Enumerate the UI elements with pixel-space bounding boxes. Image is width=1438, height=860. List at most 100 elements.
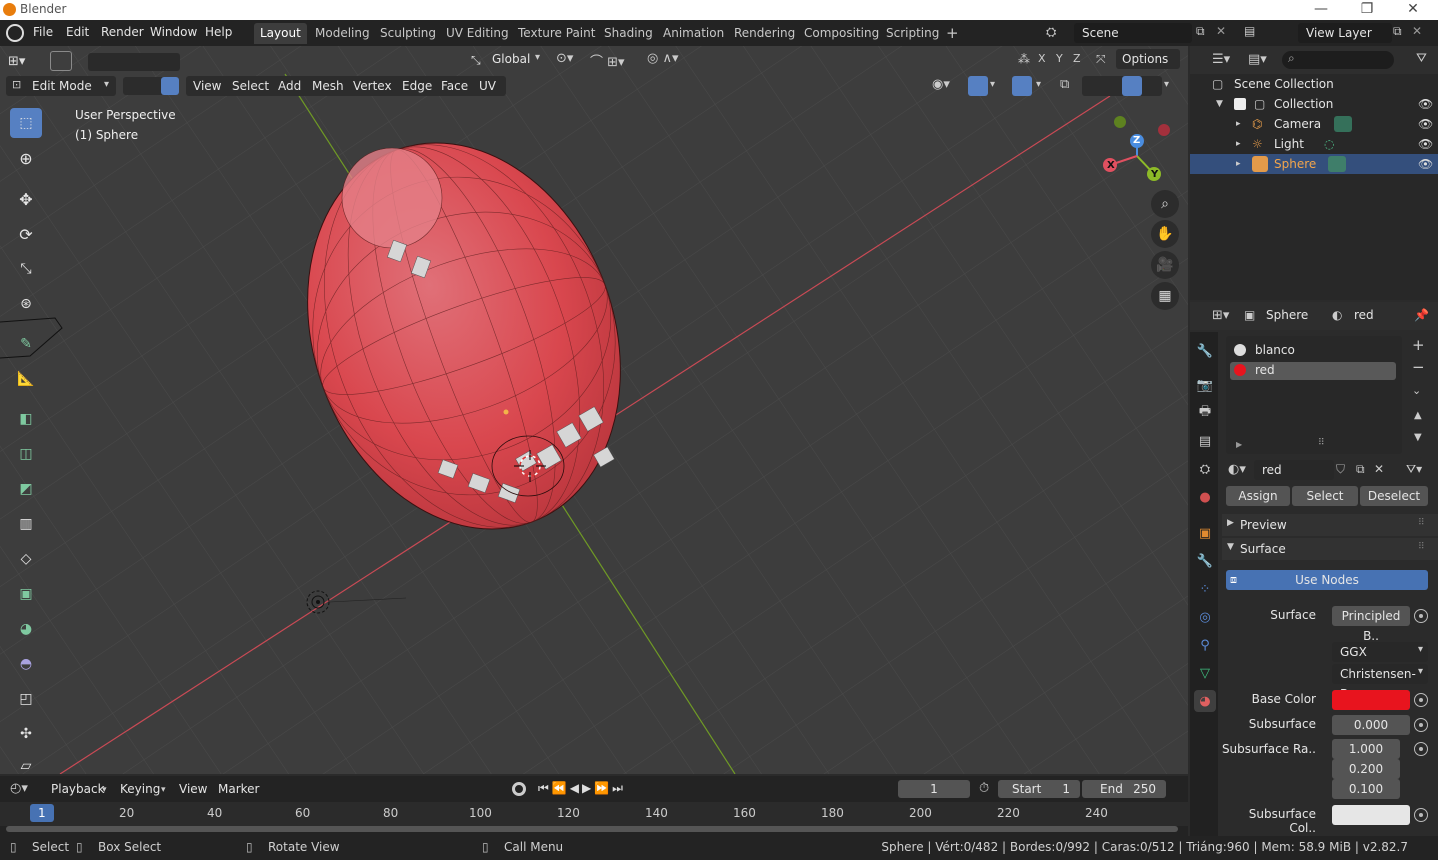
menu-window[interactable]: Window [150,25,197,39]
eye-icon[interactable]: 👁 [1418,134,1433,154]
xray-toggle-icon[interactable]: ⧉ [1060,77,1069,92]
menu-select[interactable]: Select [232,79,269,93]
tab-animation[interactable]: Animation [657,23,730,44]
knife-tool-button[interactable]: ◇ [10,544,42,574]
subsurface-radius-y[interactable]: 0.200 [1332,759,1400,779]
stopwatch-icon[interactable]: ⏱ [979,781,989,796]
record-icon[interactable] [512,782,526,796]
zoom-icon[interactable]: ⌕ [1151,190,1179,218]
move-up-icon[interactable]: ▲ [1414,410,1422,421]
material-tab-icon[interactable]: ◕ [1194,690,1216,712]
outliner-search-input[interactable] [1282,51,1394,69]
start-frame-field[interactable]: Start 1 [998,780,1080,798]
fake-user-icon[interactable]: ⛉ [1336,462,1345,477]
distribution-dropdown[interactable]: GGX [1332,642,1428,662]
constraints-tab-icon[interactable]: ⚲ [1194,634,1216,656]
expand-icon[interactable]: ▸ [1236,134,1241,154]
annotate-tool-button[interactable]: ✎ [10,329,42,359]
camera-view-icon[interactable]: 🎥 [1151,251,1179,279]
scene-icon[interactable]: ⛭ [1046,25,1056,40]
transform-orientation-dropdown[interactable]: Global [492,52,530,66]
axis-y-toggle[interactable]: Y [1056,52,1063,65]
checkbox-icon[interactable] [1234,98,1246,110]
scene-tab-icon[interactable]: ⛭ [1194,458,1216,480]
face-select-mode-icon[interactable] [161,77,179,95]
snap-icon[interactable]: ⌒ ⊞▾ [590,51,625,70]
expand-icon[interactable]: ▼ [1216,94,1223,114]
subsurface-field[interactable]: 0.000 [1332,715,1410,735]
auto-merge-icon[interactable]: ⤧ [1096,52,1106,67]
menu-file[interactable]: File [33,25,53,39]
tab-modeling[interactable]: Modeling [309,23,376,44]
mode-dropdown[interactable]: Edit Mode [32,79,92,93]
pivot-point-icon[interactable]: ⊙▾ [556,51,573,66]
shrink-fatten-tool-button[interactable]: ✣ [10,719,42,749]
mirror-icon[interactable]: ⁂ [1018,52,1030,66]
perspective-toggle-icon[interactable]: ▦ [1151,282,1179,310]
select-box-tool-icon[interactable] [50,51,72,71]
menu-view[interactable]: View [193,79,221,93]
menu-face[interactable]: Face [441,79,468,93]
menu-vertex[interactable]: Vertex [353,79,392,93]
timeline-scrollbar[interactable] [6,826,1178,832]
subsurface-radius-x[interactable]: 1.000 [1332,739,1400,759]
menu-uv[interactable]: UV [479,79,496,93]
delete-view-layer-icon[interactable]: ✕ [1412,24,1422,38]
material-name-field[interactable]: red [1254,460,1334,480]
particles-tab-icon[interactable]: ⁘ [1194,578,1216,600]
new-view-layer-icon[interactable]: ⧉ [1393,24,1402,39]
view-layer-icon[interactable]: ▤ [1244,24,1255,38]
rotate-tool-button[interactable]: ⟳ [10,219,42,249]
slot-specials-icon[interactable]: ⌄ [1412,384,1421,397]
menu-timeline-view[interactable]: View [179,782,207,796]
axis-z-toggle[interactable]: Z [1073,52,1081,65]
eye-icon[interactable]: 👁 [1418,94,1433,114]
socket-link-icon[interactable] [1414,808,1428,822]
tab-shading[interactable]: Shading [598,23,659,44]
view-layer-tab-icon[interactable]: ▤ [1194,430,1216,452]
socket-link-icon[interactable] [1414,609,1428,623]
tab-sculpting[interactable]: Sculpting [374,23,442,44]
delete-scene-icon[interactable]: ✕ [1216,24,1226,38]
move-tool-button[interactable]: ✥ [10,184,42,214]
proportional-edit-icon[interactable]: ◎ ∧▾ [647,51,679,66]
material-slot-list[interactable] [1226,336,1402,454]
browse-material-icon[interactable]: ◐▾ [1228,462,1246,477]
add-workspace-icon[interactable]: + [940,23,965,44]
selection-mode-group[interactable] [88,53,180,71]
tab-texture-paint[interactable]: Texture Paint [512,23,601,44]
socket-link-icon[interactable] [1414,718,1428,732]
remove-slot-icon[interactable]: − [1412,358,1425,376]
menu-help[interactable]: Help [205,25,232,39]
tab-scripting[interactable]: Scripting [880,23,945,44]
menu-mesh[interactable]: Mesh [312,79,344,93]
menu-playback[interactable]: Playback [51,782,105,796]
minimize-icon[interactable]: — [1298,0,1344,18]
poly-build-tool-button[interactable]: ▣ [10,579,42,609]
end-frame-field[interactable]: End 250 [1082,780,1166,798]
shear-tool-button[interactable]: ▱ [10,751,42,774]
material-slot-blanco[interactable]: blanco [1255,343,1295,357]
menu-add[interactable]: Add [278,79,301,93]
tab-compositing[interactable]: Compositing [798,23,885,44]
view-layer-field[interactable]: View Layer [1298,23,1392,43]
new-scene-icon[interactable]: ⧉ [1196,24,1205,39]
outliner-row-light[interactable]: ▸ ☼ Light ◌ 👁 [1190,134,1438,154]
select-button[interactable]: Select [1292,486,1358,506]
subsurface-color-swatch[interactable] [1332,805,1410,825]
pan-hand-icon[interactable]: ✋ [1151,220,1179,248]
editor-type-icon[interactable]: ⊞▾ [8,54,25,69]
menu-marker[interactable]: Marker [218,782,259,796]
outliner-row-camera[interactable]: ▸ ⌬ Camera 👁 [1190,114,1438,134]
render-tab-icon[interactable]: 📷 [1194,374,1216,396]
transform-tool-button[interactable]: ⊛ [10,289,42,319]
output-tab-icon[interactable]: 🖶 [1194,402,1216,424]
camera-data-icon[interactable] [1334,116,1352,132]
assign-button[interactable]: Assign [1226,486,1290,506]
light-data-icon[interactable]: ◌ [1324,134,1334,154]
properties-editor-icon[interactable]: ⊞▾ [1212,308,1229,323]
world-tab-icon[interactable]: ● [1194,486,1216,508]
filter-icon[interactable]: ⛛ [1416,51,1427,66]
add-slot-icon[interactable]: + [1412,336,1425,354]
physics-tab-icon[interactable]: ◎ [1194,606,1216,628]
